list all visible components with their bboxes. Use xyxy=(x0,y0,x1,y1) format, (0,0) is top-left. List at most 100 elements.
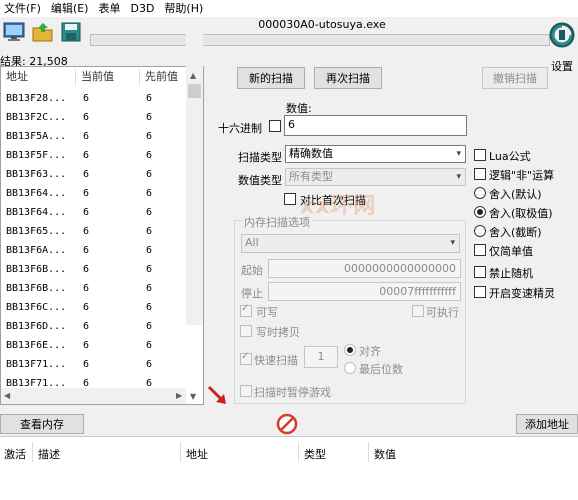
menu-table[interactable]: 表单 xyxy=(94,0,124,17)
table-row[interactable]: BB13F6C... 6 6 xyxy=(1,298,189,317)
cell-prev: 6 xyxy=(146,131,153,142)
compare-first-checkbox[interactable] xyxy=(284,193,296,205)
table-row[interactable]: BB13F5F... 6 6 xyxy=(1,146,189,165)
table-row[interactable]: BB13F63... 6 6 xyxy=(1,165,189,184)
checkmark-icon: ✓ xyxy=(241,351,250,362)
scroll-right-icon[interactable]: ▶ xyxy=(176,391,182,400)
column-header-current[interactable]: 当前值 xyxy=(81,67,114,87)
chevron-down-icon: ▾ xyxy=(450,238,455,248)
align-radio[interactable] xyxy=(344,344,356,356)
scan-type-value: 精确数值 xyxy=(289,147,333,160)
no-random-checkbox[interactable] xyxy=(474,266,486,278)
column-header-address[interactable]: 地址 xyxy=(186,446,208,462)
process-title: 000030A0-utosuya.exe xyxy=(258,18,386,31)
menu-file[interactable]: 文件(F) xyxy=(0,0,45,17)
checkmark-icon: ✓ xyxy=(241,303,250,314)
cell-addr: BB13F6B... xyxy=(6,283,67,294)
save-icon[interactable] xyxy=(59,21,83,43)
scan-type-select[interactable]: 精确数值 ▾ xyxy=(285,145,466,163)
lua-checkbox[interactable] xyxy=(474,149,486,161)
scroll-down-icon[interactable]: ▼ xyxy=(190,392,196,401)
view-memory-button[interactable]: 查看内存 xyxy=(0,414,84,434)
hex-checkbox[interactable] xyxy=(269,120,281,132)
executable-label: 可执行 xyxy=(426,306,459,319)
scan-progress-bar xyxy=(90,34,550,46)
start-label: 起始 xyxy=(241,264,263,277)
table-row[interactable]: BB13F6A... 6 6 xyxy=(1,241,189,260)
not-logic-checkbox[interactable] xyxy=(474,168,486,180)
last-digits-radio[interactable] xyxy=(344,362,356,374)
table-row[interactable]: BB13F65... 6 6 xyxy=(1,222,189,241)
menu-edit[interactable]: 编辑(E) xyxy=(47,0,93,17)
writable-label: 可写 xyxy=(256,306,278,319)
table-row[interactable]: BB13F6E... 6 6 xyxy=(1,336,189,355)
column-header-value[interactable]: 数值 xyxy=(374,446,396,462)
scroll-left-icon[interactable]: ◀ xyxy=(4,391,10,400)
cell-cur: 6 xyxy=(83,150,90,161)
round-extreme-radio[interactable] xyxy=(474,206,486,218)
column-header-address[interactable]: 地址 xyxy=(6,67,28,87)
simple-values-checkbox[interactable] xyxy=(474,244,486,256)
fast-scan-input[interactable]: 1 xyxy=(304,346,338,368)
start-address-input[interactable]: 0000000000000000 xyxy=(268,259,461,278)
new-scan-button[interactable]: 新的扫描 xyxy=(237,67,305,89)
column-header-type[interactable]: 类型 xyxy=(304,446,326,462)
results-list[interactable]: 地址 当前值 先前值 BB13F28... 6 6 BB13F2C... 6 6 BB13F… xyxy=(0,66,204,405)
undo-scan-button[interactable]: 撤销扫描 xyxy=(482,67,548,89)
stop-label: 停止 xyxy=(241,287,263,300)
value-input[interactable]: 6 xyxy=(284,115,467,136)
menu-d3d[interactable]: D3D xyxy=(126,0,158,17)
add-to-list-arrow-icon[interactable] xyxy=(206,384,230,408)
settings-logo-icon xyxy=(549,22,575,48)
value-type-select[interactable]: 所有类型 ▾ xyxy=(285,168,466,186)
fast-scan-label: 快速扫描 xyxy=(254,354,298,367)
stop-icon[interactable] xyxy=(276,413,298,435)
address-table[interactable] xyxy=(0,436,578,500)
cell-addr: BB13F65... xyxy=(6,226,67,237)
table-row[interactable]: BB13F6B... 6 6 xyxy=(1,260,189,279)
hex-label: 十六进制 xyxy=(218,122,262,135)
cell-cur: 6 xyxy=(83,302,90,313)
cell-addr: BB13F6A... xyxy=(6,245,67,256)
scroll-up-icon[interactable]: ▲ xyxy=(190,71,196,80)
round-default-label: 舍入(默认) xyxy=(489,188,542,201)
menu-help[interactable]: 帮助(H) xyxy=(160,0,207,17)
cell-addr: BB13F28... xyxy=(6,93,67,104)
cell-addr: BB13F5F... xyxy=(6,150,67,161)
table-row[interactable]: BB13F5A... 6 6 xyxy=(1,127,189,146)
next-scan-button[interactable]: 再次扫描 xyxy=(314,67,382,89)
table-row[interactable]: BB13F64... 6 6 xyxy=(1,203,189,222)
pause-game-label: 扫描时暂停游戏 xyxy=(254,386,331,399)
settings-label: 设置 xyxy=(551,60,573,73)
open-file-icon[interactable] xyxy=(31,21,55,43)
table-row[interactable]: BB13F2C... 6 6 xyxy=(1,108,189,127)
open-process-icon[interactable] xyxy=(2,21,26,43)
executable-checkbox[interactable] xyxy=(412,305,424,317)
table-row[interactable]: BB13F28... 6 6 xyxy=(1,89,189,108)
add-address-button[interactable]: 添加地址 xyxy=(516,414,578,434)
round-truncate-label: 舍入(截断) xyxy=(489,226,542,239)
results-scrollbar[interactable] xyxy=(186,20,203,325)
table-row[interactable]: BB13F6D... 6 6 xyxy=(1,317,189,336)
pause-game-checkbox[interactable] xyxy=(240,385,252,397)
table-row[interactable]: BB13F71... 6 6 xyxy=(1,355,189,374)
stop-address-input[interactable]: 00007fffffffffff xyxy=(268,282,461,301)
results-scrollbar-thumb[interactable] xyxy=(188,84,201,98)
cell-cur: 6 xyxy=(83,264,90,275)
align-label: 对齐 xyxy=(359,345,381,358)
column-header-previous[interactable]: 先前值 xyxy=(145,67,178,87)
memory-region-select[interactable]: All ▾ xyxy=(241,234,460,253)
column-header-active[interactable]: 激活 xyxy=(4,446,26,462)
cell-addr: BB13F5A... xyxy=(6,131,67,142)
lua-label: Lua公式 xyxy=(489,150,531,163)
results-hscrollbar[interactable] xyxy=(1,388,186,404)
copy-on-write-checkbox[interactable] xyxy=(240,325,252,337)
table-row[interactable]: BB13F64... 6 6 xyxy=(1,184,189,203)
scan-type-label: 扫描类型 xyxy=(238,151,282,164)
round-default-radio[interactable] xyxy=(474,187,486,199)
speedhack-checkbox[interactable] xyxy=(474,286,486,298)
column-header-description[interactable]: 描述 xyxy=(38,446,60,462)
table-row[interactable]: BB13F6B... 6 6 xyxy=(1,279,189,298)
round-truncate-radio[interactable] xyxy=(474,225,486,237)
cell-prev: 6 xyxy=(146,226,153,237)
